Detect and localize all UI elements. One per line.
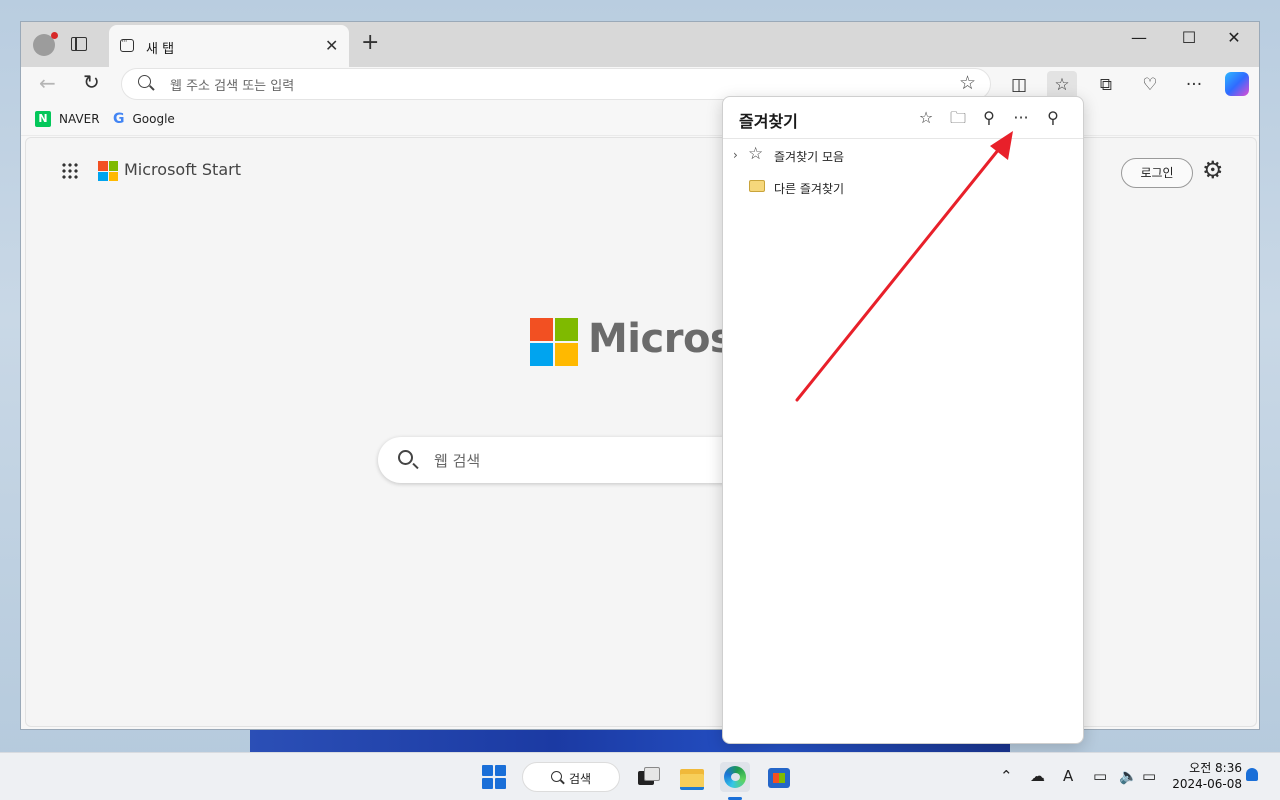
profile-avatar-icon[interactable] [33, 32, 58, 56]
title-bar: 새 탭 ✕ + — ☐ ✕ [21, 22, 1259, 67]
input-method-icon[interactable]: A [1063, 767, 1073, 785]
battery-icon[interactable]: ▭ [1142, 767, 1156, 785]
taskbar-search-label: 검색 [569, 772, 592, 786]
search-icon [138, 75, 151, 88]
microsoft-store-icon[interactable] [764, 762, 794, 792]
app-launcher-icon[interactable] [61, 162, 79, 180]
notification-bell-icon[interactable] [1246, 768, 1258, 781]
add-favorite-star-icon[interactable]: ☆ [959, 72, 976, 94]
search-icon [551, 771, 562, 782]
close-button[interactable]: ✕ [1211, 28, 1257, 47]
favorite-label: NAVER [59, 112, 100, 126]
naver-icon: N [35, 111, 51, 127]
task-view-icon[interactable] [634, 762, 664, 792]
browser-essentials-icon[interactable]: ♡ [1135, 71, 1165, 101]
web-search-box[interactable]: 웹 검색 [378, 437, 758, 483]
favorite-google[interactable]: G Google [113, 111, 175, 127]
taskbar-search[interactable]: 검색 [522, 762, 620, 792]
tab-title: 새 탭 [146, 42, 175, 57]
favorites-item-bar[interactable]: › ☆ 즐겨찾기 모음 [723, 141, 1083, 169]
brand-name[interactable]: Microsoft Start [124, 160, 241, 179]
refresh-icon[interactable]: ↻ [83, 70, 100, 94]
settings-gear-icon[interactable]: ⚙ [1202, 156, 1224, 184]
tab-close-icon[interactable]: ✕ [325, 36, 338, 55]
favorites-panel-header: 즐겨찾기 ☆ 🗀 ⚲ ··· ⚲ [723, 97, 1083, 139]
favorites-item-label: 다른 즐겨찾기 [774, 182, 845, 196]
add-folder-icon[interactable]: 🗀 [946, 106, 970, 130]
back-arrow-icon[interactable]: ← [39, 71, 56, 95]
login-button[interactable]: 로그인 [1121, 158, 1193, 188]
system-clock[interactable]: 오전 8:36 2024-06-08 [1170, 760, 1242, 792]
chevron-right-icon[interactable]: › [733, 148, 738, 162]
web-search-placeholder: 웹 검색 [434, 452, 481, 470]
tab-actions-icon[interactable] [71, 37, 87, 51]
new-tab-button[interactable]: + [361, 32, 379, 54]
favorites-panel: 즐겨찾기 ☆ 🗀 ⚲ ··· ⚲ › ☆ 즐겨찾기 모음 다른 즐겨찾기 [722, 96, 1084, 744]
star-icon: ☆ [748, 144, 764, 164]
favorites-item-other[interactable]: 다른 즐겨찾기 [723, 173, 1083, 201]
clock-time: 오전 8:36 [1189, 761, 1242, 775]
maximize-button[interactable]: ☐ [1166, 28, 1212, 47]
show-hidden-icons-chevron-icon[interactable]: ⌃ [1000, 767, 1013, 785]
favorite-label: Google [132, 112, 175, 126]
onedrive-cloud-icon[interactable]: ☁ [1030, 767, 1045, 785]
tab-new-tab[interactable]: 새 탭 ✕ [109, 25, 349, 67]
add-this-page-icon[interactable]: ☆ [914, 106, 938, 130]
google-icon: G [113, 111, 125, 127]
favorite-naver[interactable]: N NAVER [35, 111, 100, 127]
panel-title: 즐겨찾기 [739, 112, 798, 131]
folder-icon [749, 180, 765, 192]
network-icon[interactable]: ▭ [1093, 767, 1107, 785]
pin-panel-icon[interactable]: ⚲ [1041, 106, 1065, 130]
address-placeholder: 웹 주소 검색 또는 입력 [170, 79, 295, 94]
clock-date: 2024-06-08 [1172, 777, 1242, 791]
volume-icon[interactable]: 🔈 [1119, 767, 1138, 785]
search-favorites-icon[interactable]: ⚲ [977, 106, 1001, 130]
copilot-icon[interactable] [1225, 72, 1249, 96]
microsoft-big-logo-icon [530, 318, 578, 366]
favorites-item-label: 즐겨찾기 모음 [774, 150, 845, 164]
minimize-button[interactable]: — [1116, 28, 1162, 47]
more-options-icon[interactable]: ··· [1009, 106, 1033, 130]
new-tab-page-icon [120, 37, 134, 52]
edge-browser-icon[interactable] [720, 762, 750, 792]
collections-icon[interactable]: ⧉ [1091, 71, 1121, 101]
file-explorer-icon[interactable] [677, 762, 707, 792]
more-options-icon[interactable]: ··· [1179, 71, 1209, 101]
start-button[interactable] [482, 765, 506, 789]
search-icon [398, 450, 413, 465]
microsoft-logo-icon [98, 161, 118, 181]
taskbar: 검색 ⌃ ☁ A ▭ 🔈 ▭ 오전 8:36 2024-06-08 [0, 752, 1280, 800]
